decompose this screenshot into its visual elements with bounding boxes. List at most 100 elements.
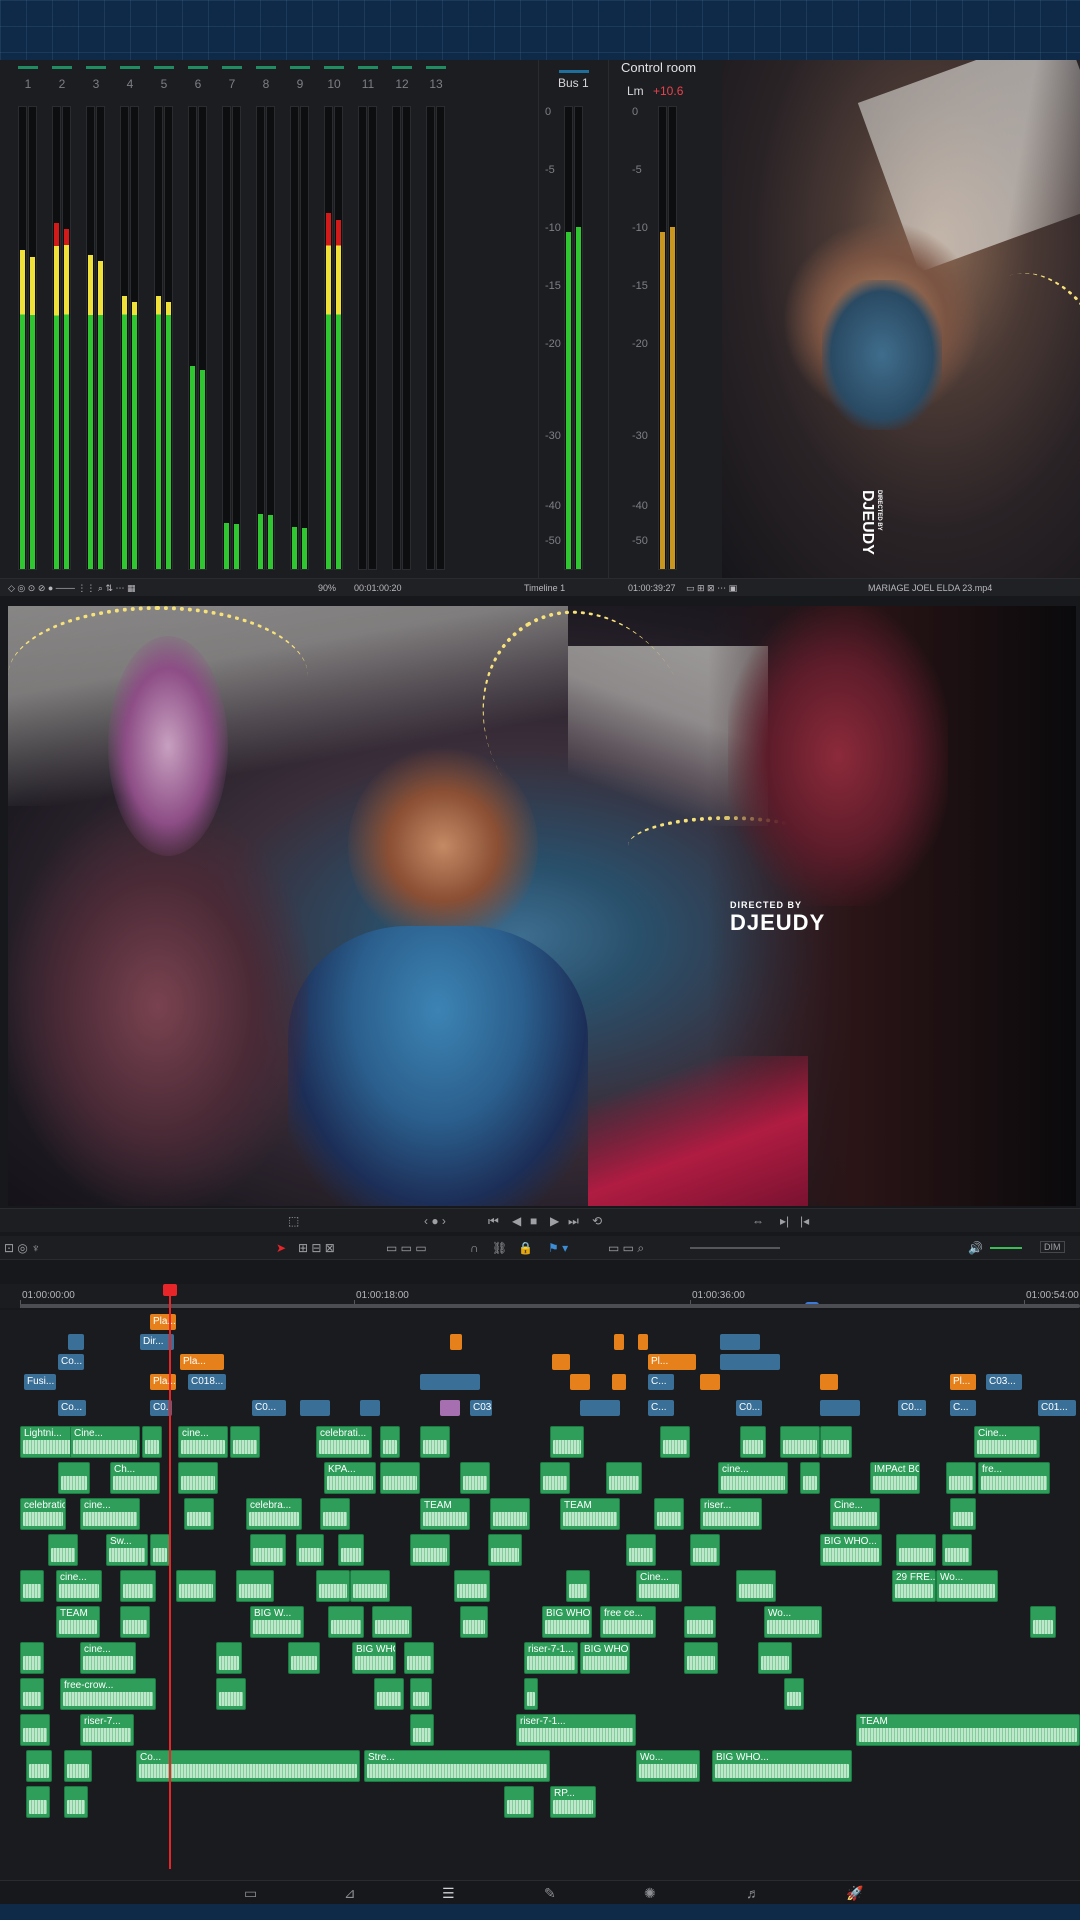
timeline-scrollbar[interactable]	[20, 1304, 1080, 1308]
zoom-tool-icons[interactable]: ▭ ▭ ⌕	[608, 1241, 644, 1256]
audio-clip[interactable]	[800, 1462, 820, 1494]
audio-clip[interactable]: riser-7...	[80, 1714, 134, 1746]
audio-clip[interactable]: TEAM	[856, 1714, 1080, 1746]
audio-clip[interactable]	[490, 1498, 530, 1530]
lock-icon[interactable]: 🔒	[518, 1241, 533, 1255]
viewer-mode-icon[interactable]: ⬚	[288, 1214, 299, 1228]
stop-icon[interactable]: ■	[530, 1214, 537, 1228]
audio-clip[interactable]	[374, 1678, 404, 1710]
audio-clip[interactable]	[946, 1462, 976, 1494]
video-clip[interactable]: C01...	[1038, 1400, 1076, 1416]
volume-slider[interactable]	[990, 1247, 1022, 1249]
audio-clip[interactable]	[410, 1534, 450, 1566]
audio-clip[interactable]	[120, 1570, 156, 1602]
dim-button[interactable]: DIM	[1040, 1241, 1065, 1253]
audio-clip[interactable]: Wo...	[936, 1570, 998, 1602]
prev-edit-icon[interactable]: ▸|	[780, 1214, 789, 1228]
insert-tool-icons[interactable]: ▭ ▭ ▭	[386, 1241, 427, 1255]
audio-clip[interactable]	[26, 1786, 50, 1818]
video-clip[interactable]	[820, 1374, 838, 1390]
video-clip[interactable]: Pla...	[150, 1314, 176, 1330]
audio-clip[interactable]: Cine...	[636, 1570, 682, 1602]
audio-clip[interactable]	[288, 1642, 320, 1674]
audio-clip[interactable]: celebra...	[246, 1498, 302, 1530]
audio-clip[interactable]	[784, 1678, 804, 1710]
color-page-icon[interactable]: ✺	[644, 1885, 656, 1902]
video-clip[interactable]	[700, 1374, 720, 1390]
video-clip[interactable]: C018...	[188, 1374, 226, 1390]
match-frame-icon[interactable]: ⇔	[752, 1214, 764, 1228]
skip-end-icon[interactable]: ⏭	[568, 1214, 579, 1229]
audio-clip[interactable]	[690, 1534, 720, 1566]
audio-clip[interactable]	[410, 1714, 434, 1746]
audio-clip[interactable]	[26, 1750, 52, 1782]
step-back-icon[interactable]: ◀	[512, 1214, 521, 1228]
audio-clip[interactable]: cine...	[80, 1642, 136, 1674]
audio-clip[interactable]	[20, 1570, 44, 1602]
audio-clip[interactable]: TEAM	[420, 1498, 470, 1530]
audio-clip[interactable]	[338, 1534, 364, 1566]
video-clip[interactable]: C...	[950, 1400, 976, 1416]
video-clip[interactable]: C...	[648, 1400, 674, 1416]
audio-clip[interactable]	[606, 1462, 642, 1494]
audio-clip[interactable]	[316, 1570, 350, 1602]
audio-clip[interactable]	[420, 1426, 450, 1458]
audio-clip[interactable]	[296, 1534, 324, 1566]
audio-clip[interactable]	[64, 1750, 92, 1782]
audio-clip[interactable]: fre...	[978, 1462, 1050, 1494]
audio-clip[interactable]	[684, 1642, 718, 1674]
audio-clip[interactable]	[178, 1462, 218, 1494]
audio-clip[interactable]: Stre...	[364, 1750, 550, 1782]
audio-clip[interactable]	[380, 1426, 400, 1458]
snap-icon[interactable]: ∩	[470, 1241, 479, 1255]
video-clip[interactable]	[360, 1400, 380, 1416]
audio-clip[interactable]	[250, 1534, 286, 1566]
audio-clip[interactable]	[216, 1642, 242, 1674]
fairlight-page-icon[interactable]: ♬	[746, 1885, 760, 1901]
volume-icon[interactable]: 🔊	[968, 1241, 983, 1255]
video-clip[interactable]: Pla...	[180, 1354, 224, 1370]
timeline-viewer[interactable]	[8, 606, 1076, 1206]
video-clip[interactable]: Co...	[58, 1354, 84, 1370]
audio-clip[interactable]	[740, 1426, 766, 1458]
video-clip[interactable]	[450, 1334, 462, 1350]
audio-clip[interactable]	[216, 1678, 246, 1710]
video-clip[interactable]: C03...	[986, 1374, 1022, 1390]
audio-clip[interactable]	[626, 1534, 656, 1566]
audio-clip[interactable]: cine...	[178, 1426, 228, 1458]
video-clip[interactable]	[820, 1400, 860, 1416]
audio-clip[interactable]	[566, 1570, 590, 1602]
link-icon[interactable]: ⛓	[492, 1241, 507, 1255]
video-clip[interactable]	[300, 1400, 330, 1416]
audio-clip[interactable]: riser...	[700, 1498, 762, 1530]
video-clip[interactable]: C033...	[470, 1400, 492, 1416]
audio-clip[interactable]	[820, 1426, 852, 1458]
audio-clip[interactable]	[58, 1462, 90, 1494]
audio-clip[interactable]: cine...	[718, 1462, 788, 1494]
video-clip[interactable]: Pl...	[950, 1374, 976, 1390]
audio-clip[interactable]: Cine...	[70, 1426, 140, 1458]
video-clip[interactable]	[580, 1400, 620, 1416]
audio-clip[interactable]: TEAM	[560, 1498, 620, 1530]
audio-clip[interactable]	[1030, 1606, 1056, 1638]
audio-clip[interactable]	[736, 1570, 776, 1602]
video-clip[interactable]	[614, 1334, 624, 1350]
flag-icon[interactable]: ⚑ ▾	[548, 1241, 568, 1255]
audio-clip[interactable]	[684, 1606, 716, 1638]
audio-clip[interactable]	[176, 1570, 216, 1602]
audio-clip[interactable]	[942, 1534, 972, 1566]
audio-clip[interactable]	[460, 1606, 488, 1638]
audio-clip[interactable]	[524, 1678, 538, 1710]
video-clip[interactable]	[720, 1354, 780, 1370]
audio-clip[interactable]: BIG W...	[250, 1606, 304, 1638]
source-preview[interactable]: DIRECTED BY DJEUDY	[722, 60, 1080, 580]
timeline-tracks[interactable]: Pla... Dir... Co... Pla... Pl... Fusi... Pla..…	[0, 1310, 1080, 1880]
audio-clip[interactable]	[454, 1570, 490, 1602]
video-clip[interactable]: Co...	[58, 1400, 86, 1416]
audio-clip[interactable]	[372, 1606, 412, 1638]
video-clip[interactable]	[552, 1354, 570, 1370]
video-clip[interactable]	[612, 1374, 626, 1390]
audio-clip[interactable]: riser-7-1...	[524, 1642, 578, 1674]
audio-clip[interactable]	[488, 1534, 522, 1566]
audio-clip[interactable]: BIG WHO...	[820, 1534, 882, 1566]
